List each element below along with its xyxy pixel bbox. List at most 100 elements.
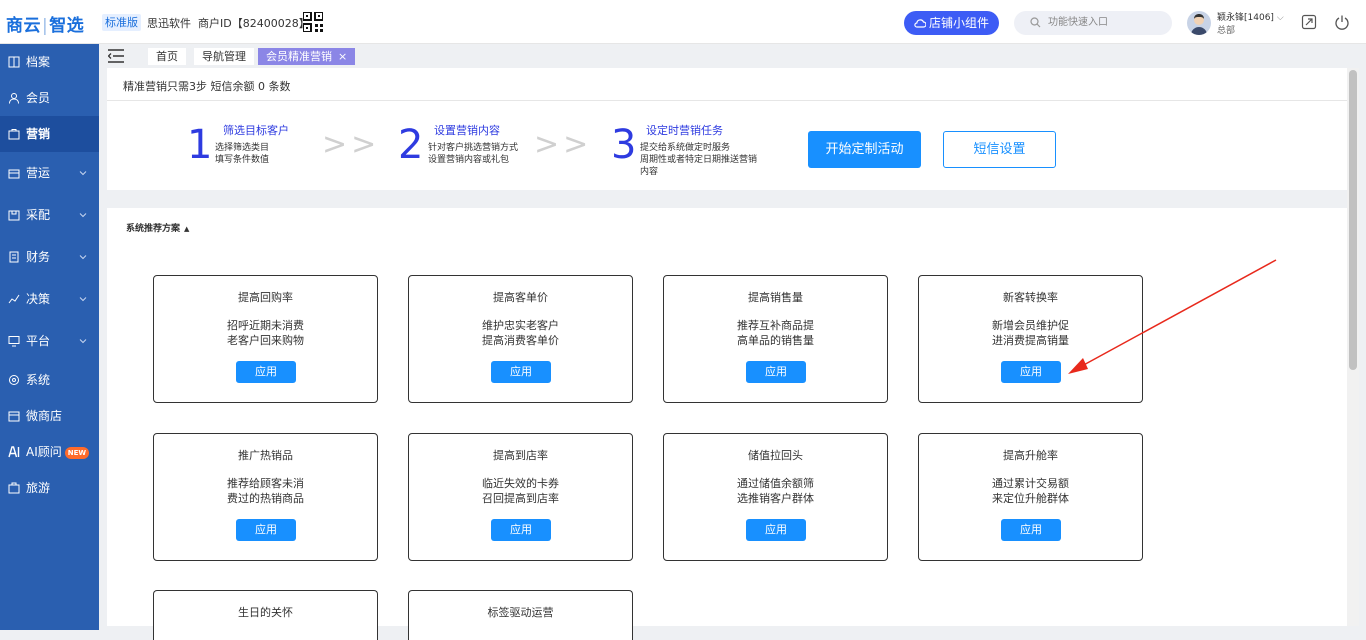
- apply-button[interactable]: 应用: [491, 519, 551, 541]
- quick-search-input[interactable]: 功能快速入口: [1014, 11, 1172, 35]
- tab-member-marketing[interactable]: 会员精准营销 ×: [258, 48, 356, 65]
- step-number: 1: [187, 122, 213, 168]
- vertical-scrollbar[interactable]: [1347, 68, 1359, 626]
- sidebar-item-label: 平台: [26, 334, 51, 348]
- shop-widget-button[interactable]: 店铺小组件: [904, 11, 999, 35]
- card-title: 提高销售量: [748, 291, 803, 304]
- user-avatar-icon: [1191, 14, 1207, 35]
- sidebar-item-label: 旅游: [26, 481, 51, 495]
- cloud-icon: [914, 19, 927, 28]
- decision-icon: [8, 294, 20, 304]
- sidebar-item-system[interactable]: 系统: [0, 362, 99, 398]
- card-title: 储值拉回头: [748, 449, 803, 462]
- apply-button[interactable]: 应用: [746, 361, 806, 383]
- step-desc: 提交给系统做定时服务 周期性或者特定日期推送营销 内容: [640, 143, 758, 177]
- sms-notice: 精准营销只需3步 短信余额 0 条数: [123, 80, 291, 93]
- chevron-down-icon: ⌵: [1276, 13, 1284, 23]
- user-org: 总部: [1217, 26, 1236, 36]
- system-icon: [9, 375, 19, 385]
- step-number: 2: [398, 122, 424, 168]
- card-desc: 通过累计交易额 来定位升舱群体: [992, 477, 1069, 505]
- sidebar-item-micro-store[interactable]: 微商店: [0, 398, 99, 434]
- sidebar-item-label: AI顾问: [26, 445, 62, 459]
- power-icon[interactable]: [1334, 14, 1350, 30]
- ai-icon: [8, 446, 20, 458]
- shop-widget-label: 店铺小组件: [928, 16, 989, 30]
- step-title: 筛选目标客户: [223, 124, 289, 137]
- travel-icon: [8, 482, 20, 494]
- apply-button[interactable]: 应用: [746, 519, 806, 541]
- sidebar-item-label: 微商店: [26, 409, 63, 423]
- marketing-icon: [8, 129, 20, 140]
- sidebar-item-archive[interactable]: 档案: [0, 44, 99, 80]
- user-icon: [9, 93, 19, 104]
- chevron-down-icon: [79, 255, 87, 260]
- step-arrow: >>: [534, 127, 593, 162]
- card-desc: 新增会员维护促 进消费提高销量: [992, 319, 1069, 347]
- app-logo[interactable]: 商云|智选: [6, 11, 84, 36]
- card-title: 新客转换率: [1003, 291, 1058, 304]
- close-icon[interactable]: ×: [338, 50, 347, 63]
- card-title: 提高升舱率: [1003, 449, 1058, 462]
- card-desc: 推荐给顾客未消 费过的热销商品: [227, 477, 304, 505]
- purchase-icon: [8, 210, 20, 221]
- sidebar-item-label: 营运: [26, 166, 51, 180]
- plan-card: 提高升舱率 通过累计交易额 来定位升舱群体 应用: [918, 433, 1143, 561]
- search-icon: [1030, 17, 1041, 28]
- plan-card: 提高到店率 临近失效的卡券 召回提高到店率 应用: [408, 433, 633, 561]
- sidebar-item-label: 决策: [26, 292, 51, 306]
- sidebar-item-marketing[interactable]: 营销: [0, 116, 99, 152]
- start-campaign-button[interactable]: 开始定制活动: [808, 131, 921, 168]
- chevron-down-icon: [79, 297, 87, 302]
- plan-card: 新客转换率 新增会员维护促 进消费提高销量 应用: [918, 275, 1143, 403]
- sidebar-item-travel[interactable]: 旅游: [0, 470, 99, 506]
- qr-code-icon[interactable]: [303, 12, 323, 32]
- sidebar-item-label: 系统: [26, 373, 51, 387]
- card-desc: 招呼近期未消费 老客户回来购物: [227, 319, 304, 347]
- card-title: 提高回购率: [238, 291, 293, 304]
- plan-card: 储值拉回头 通过储值余额筛 选推销客户群体 应用: [663, 433, 888, 561]
- chevron-down-icon: [79, 213, 87, 218]
- sidebar-item-decision[interactable]: 决策: [0, 281, 99, 317]
- card-title: 提高到店率: [493, 449, 548, 462]
- company-name: 思迅软件: [147, 17, 191, 30]
- user-name[interactable]: 颖永锋[1406] ⌵: [1217, 10, 1284, 23]
- tab-bar: 首页 导航管理 会员精准营销 ×: [99, 44, 1366, 68]
- menu-toggle-icon[interactable]: [108, 49, 124, 63]
- recommended-plans-toggle[interactable]: 系统推荐方案 ▲: [126, 221, 189, 234]
- finance-icon: [9, 251, 19, 263]
- card-desc: 维护忠实老客户 提高消费客单价: [482, 319, 559, 347]
- apply-button[interactable]: 应用: [1001, 361, 1061, 383]
- sidebar-item-label: 营销: [26, 127, 51, 141]
- tab-navigation[interactable]: 导航管理: [194, 48, 254, 65]
- operation-icon: [8, 169, 20, 179]
- tab-home[interactable]: 首页: [148, 48, 186, 65]
- apply-button[interactable]: 应用: [1001, 519, 1061, 541]
- sidebar-item-label: 会员: [26, 91, 51, 105]
- sidebar-item-purchase[interactable]: 采配: [0, 197, 99, 233]
- step-title: 设置营销内容: [434, 124, 500, 137]
- sidebar-item-member[interactable]: 会员: [0, 80, 99, 116]
- top-bar: 商云|智选 标准版 思迅软件 商户ID【82400028】 店铺小组件 功能快速…: [0, 0, 1366, 44]
- edition-badge: 标准版: [102, 14, 141, 31]
- avatar[interactable]: [1187, 11, 1211, 35]
- apply-button[interactable]: 应用: [236, 361, 296, 383]
- sidebar-item-ai[interactable]: AI顾问 NEW: [0, 434, 99, 470]
- sidebar-item-platform[interactable]: 平台: [0, 323, 99, 359]
- section-title: 系统推荐方案: [126, 224, 181, 234]
- scrollbar-thumb[interactable]: [1349, 70, 1357, 370]
- sms-settings-button[interactable]: 短信设置: [943, 131, 1056, 168]
- apply-button[interactable]: 应用: [491, 361, 551, 383]
- chevron-down-icon: [79, 171, 87, 176]
- sidebar-item-label: 采配: [26, 208, 51, 222]
- tab-label: 导航管理: [202, 50, 246, 63]
- card-desc: 通过储值余额筛 选推销客户群体: [737, 477, 814, 505]
- sidebar-item-operation[interactable]: 营运: [0, 155, 99, 191]
- apply-button[interactable]: 应用: [236, 519, 296, 541]
- sidebar-item-label: 财务: [26, 250, 51, 264]
- sidebar-item-finance[interactable]: 财务: [0, 239, 99, 275]
- search-placeholder: 功能快速入口: [1048, 17, 1108, 28]
- fullscreen-icon[interactable]: [1301, 14, 1317, 30]
- step-desc: 选择筛选类目 填写条件数值: [215, 143, 270, 165]
- step-title: 设定时营销任务: [646, 124, 723, 137]
